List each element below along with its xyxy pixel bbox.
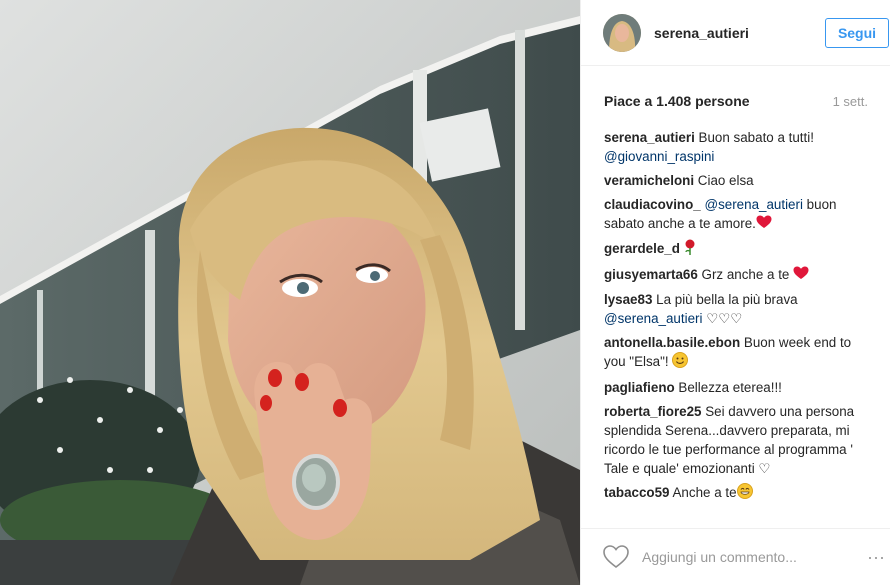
comment-text: Ciao elsa (697, 173, 754, 188)
comment-item: giusyemarta66 Grz anche a te (604, 265, 876, 285)
comment-item: tabacco59 Anche a te (604, 482, 876, 504)
instagram-post: serena_autieri Segui Piace a 1.408 perso… (0, 0, 890, 585)
comment-username[interactable]: tabacco59 (604, 485, 670, 500)
post-photo[interactable] (0, 0, 580, 585)
avatar-image (603, 13, 641, 52)
comment-username[interactable]: claudiacovino_ (604, 197, 701, 212)
comment-item: pagliafieno Bellezza eterea!!! (604, 378, 876, 397)
comment-item: serena_autieri Buon sabato a tutti! @gio… (604, 128, 876, 166)
comment-username[interactable]: serena_autieri (604, 130, 695, 145)
comment-text: ♡♡♡ (702, 310, 743, 326)
avatar[interactable] (603, 13, 641, 52)
username[interactable]: serena_autieri (654, 25, 825, 41)
comment-text: Anche a te (672, 484, 737, 500)
likes-count[interactable]: Piace a 1.408 persone (604, 93, 750, 109)
post-time[interactable]: 1 sett. (833, 94, 868, 109)
selfie-image (0, 0, 580, 585)
comment-username[interactable]: antonella.basile.ebon (604, 335, 740, 350)
comment-text: Grz anche a te (701, 266, 794, 282)
comment-item: veramicheloni Ciao elsa (604, 171, 876, 190)
grin-face-icon (736, 482, 753, 504)
comment-footer: Aggiungi un commento... ··· (581, 528, 890, 585)
comment-item: antonella.basile.ebon Buon week end to y… (604, 333, 876, 373)
comment-username[interactable]: lysae83 (604, 292, 652, 307)
red-heart-icon (756, 215, 772, 234)
post-header: serena_autieri Segui (581, 0, 890, 66)
comment-username[interactable]: roberta_fiore25 (604, 404, 702, 419)
post-sidebar: serena_autieri Segui Piace a 1.408 perso… (580, 0, 890, 585)
comments-list[interactable]: serena_autieri Buon sabato a tutti! @gio… (581, 128, 890, 574)
comment-item: lysae83 La più bella la più brava @seren… (604, 290, 876, 328)
likes-row: Piace a 1.408 persone 1 sett. (581, 66, 890, 136)
add-comment-input[interactable]: Aggiungi un commento... (642, 549, 864, 565)
mention-link[interactable]: @serena_autieri (604, 311, 702, 326)
heart-outline-icon[interactable] (603, 545, 629, 569)
comment-username[interactable]: giusyemarta66 (604, 267, 698, 282)
comment-item: claudiacovino_ @serena_autieri buon saba… (604, 195, 876, 234)
comment-username[interactable]: gerardele_d (604, 241, 680, 256)
comment-text: La più bella la più brava (656, 291, 798, 307)
comment-item: roberta_fiore25 Sei davvero una persona … (604, 402, 876, 478)
mention-link[interactable]: @giovanni_raspini (604, 149, 714, 164)
more-options-icon[interactable]: ··· (864, 545, 888, 569)
mention-link[interactable]: @serena_autieri (704, 197, 802, 212)
comment-username[interactable]: veramicheloni (604, 173, 694, 188)
comment-text: Buon sabato a tutti! (698, 130, 814, 145)
follow-button[interactable]: Segui (825, 17, 889, 48)
comment-item: gerardele_d (604, 239, 876, 260)
smile-face-icon (672, 351, 689, 373)
comment-username[interactable]: pagliafieno (604, 380, 675, 395)
comment-text: Bellezza eterea!!! (678, 379, 782, 395)
rose-icon (684, 239, 696, 260)
red-heart-icon (793, 266, 809, 285)
